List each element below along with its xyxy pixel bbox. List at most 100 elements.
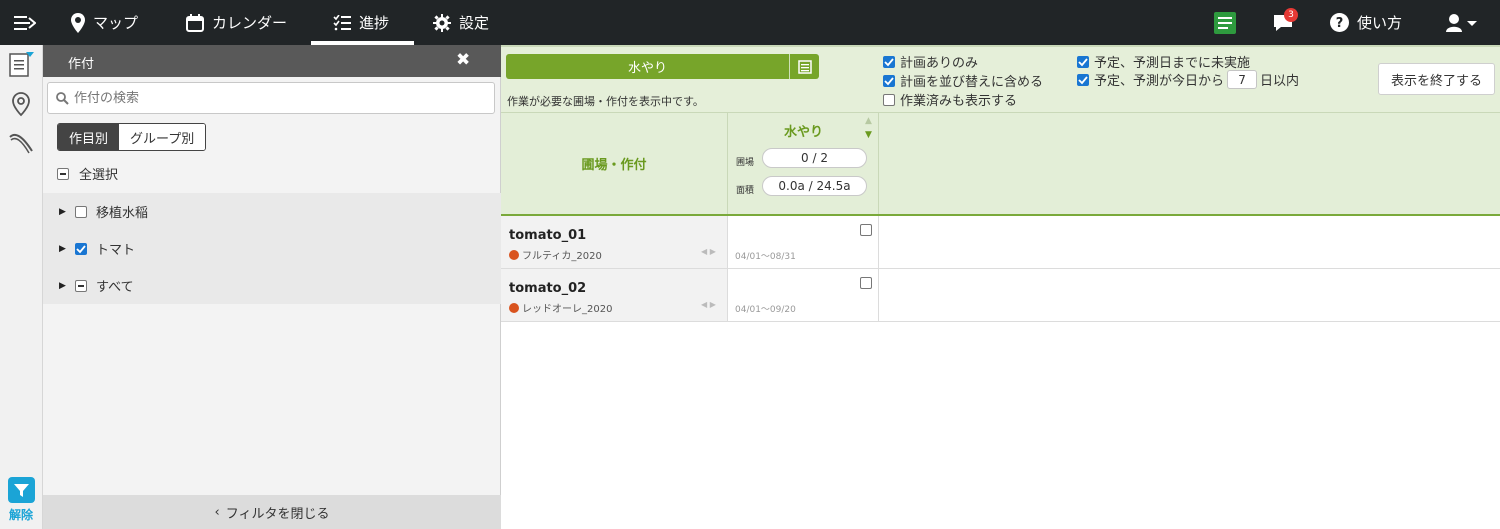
status-text: 作業が必要な圃場・作付を表示中です。 [507,95,704,108]
crop-list-icon[interactable] [8,51,34,77]
show-done-option[interactable]: 作業済みも表示する [883,90,1017,109]
close-icon[interactable]: ✖ [456,50,470,70]
overdue-option[interactable]: 予定、予測日までに未実施 [1077,52,1250,71]
filter-panel-header: 作付 ✖ [43,45,501,77]
option-label: 作業済みも表示する [900,94,1018,109]
menu-toggle-icon[interactable] [14,0,44,45]
svg-text:?: ? [1336,16,1344,31]
table-row: tomato_01 フルティカ_2020 ◀ ▶ 04/01～08/31 [501,216,1500,269]
include-plan-sort-option[interactable]: 計画を並び替えに含める [883,71,1043,90]
row-nav-arrows[interactable]: ◀ ▶ [701,247,716,256]
check-icon [76,244,86,253]
task-column-name: 水やり [783,125,823,140]
nav-settings-label: 設定 [459,14,490,32]
option-label: 計画ありのみ [900,56,979,71]
expand-icon[interactable]: ▶ [59,281,66,291]
table-header: 圃場・作付 水やり ▲ ▼ 圃場 0 / 2 面積 0.0a / 24.5a [501,113,1500,216]
gear-icon [433,13,451,32]
select-all-row[interactable]: 全選択 [43,155,501,192]
crop-checkbox[interactable] [75,242,87,255]
option-checkbox[interactable] [883,93,895,106]
calendar-icon [186,13,204,32]
crop-group-row[interactable]: ▶ 移植水稲 [43,193,501,230]
within-days-option[interactable]: 予定、予測が今日から 7 日以内 [1077,70,1299,89]
filter-panel-title: 作付 [68,57,95,72]
user-icon [1446,13,1477,32]
progress-main: 水やり 作業が必要な圃場・作付を表示中です。 計画ありのみ 計画を並び替えに含め… [501,45,1500,529]
expand-icon[interactable]: ▶ [59,244,66,254]
progress-controls: 水やり 作業が必要な圃場・作付を表示中です。 計画ありのみ 計画を並び替えに含め… [501,45,1500,113]
option-checkbox[interactable] [883,74,895,87]
crop-checkbox[interactable] [75,205,87,218]
line-tool-icon[interactable] [8,129,34,155]
search-input[interactable] [74,89,474,107]
option-checkbox[interactable] [1077,73,1089,86]
unfilter-label[interactable]: 解除 [9,506,33,523]
task-done-checkbox[interactable] [860,277,872,289]
crop-group-row[interactable]: ▶ トマト [43,230,501,267]
crop-checkbox[interactable] [75,279,87,292]
logbook-icon[interactable] [1214,0,1244,45]
nav-map[interactable]: マップ [71,0,138,45]
nav-calendar[interactable]: カレンダー [186,0,287,45]
unfilter-button[interactable] [8,477,35,503]
location-icon[interactable] [8,91,34,117]
map-pin-icon [71,12,85,33]
help-button[interactable]: ? 使い方 [1330,0,1402,45]
farm-column-header[interactable]: 圃場・作付 [501,113,728,214]
nav-map-label: マップ [93,14,139,32]
area-pill: 0.0a / 24.5a [762,176,867,196]
filter-panel: 作付 ✖ 作目別 グループ別 全選択 ▶ 移植水稲 ▶ トマト ▶ すべて ‹ … [43,45,501,529]
task-select-button[interactable]: 水やり [506,54,789,79]
task-done-checkbox[interactable] [860,224,872,236]
task-date-range: 04/01～08/31 [735,252,796,262]
crop-label: すべて [96,280,134,295]
user-menu[interactable] [1446,0,1486,45]
table-row: tomato_02 レッドオーレ_2020 ◀ ▶ 04/01～09/20 [501,269,1500,322]
select-all-checkbox[interactable] [57,167,69,180]
close-filter-label: フィルタを閉じる [225,506,330,522]
tomato-icon [509,249,519,260]
planned-only-option[interactable]: 計画ありのみ [883,52,978,71]
nav-progress[interactable]: 進捗 [333,0,389,45]
option-checkbox[interactable] [883,55,895,68]
row-nav-arrows[interactable]: ◀ ▶ [701,300,716,309]
search-icon [56,92,69,105]
check-icon [1078,57,1088,66]
task-list-icon[interactable] [789,54,819,79]
crop-label: 移植水稲 [96,206,149,221]
option-label: 日以内 [1260,74,1300,89]
crop-search-field[interactable] [47,82,495,114]
notification-badge: 3 [1284,8,1298,22]
option-checkbox[interactable] [1077,55,1089,68]
task-column-header: 水やり ▲ ▼ 圃場 0 / 2 面積 0.0a / 24.5a [728,113,879,214]
expand-icon[interactable]: ▶ [59,207,66,217]
days-input[interactable]: 7 [1227,70,1258,89]
close-filter-button[interactable]: ‹ フィルタを閉じる [43,495,501,529]
option-label: 計画を並び替えに含める [900,75,1044,90]
field-count-pill: 0 / 2 [762,148,867,168]
check-icon [1078,75,1088,84]
chevron-left-icon: ‹ [214,504,220,520]
crop-name: フルティカ_2020 [509,247,602,262]
option-label: 予定、予測が今日から [1094,74,1225,89]
task-cell: 04/01～08/31 [728,216,879,268]
task-date-range: 04/01～09/20 [735,305,796,315]
check-icon [884,57,894,66]
check-icon [884,76,894,85]
farm-cell[interactable]: tomato_01 フルティカ_2020 ◀ ▶ [501,216,728,268]
sort-asc-icon[interactable]: ▲ [865,116,872,126]
by-group-tab[interactable]: グループ別 [119,124,206,150]
end-display-button[interactable]: 表示を終了する [1378,63,1495,95]
by-crop-tab[interactable]: 作目別 [58,124,120,150]
select-all-label: 全選択 [79,168,119,183]
field-name: tomato_02 [509,281,587,296]
notification-icon[interactable] [1273,0,1301,45]
farm-cell[interactable]: tomato_02 レッドオーレ_2020 ◀ ▶ [501,269,728,321]
nav-settings[interactable]: 設定 [433,0,489,45]
nav-calendar-label: カレンダー [212,14,288,32]
top-navbar: マップ カレンダー 進捗 設定 3 ? 使い方 [0,0,1500,45]
crop-name: レッドオーレ_2020 [509,300,612,315]
sort-desc-icon[interactable]: ▼ [865,130,872,140]
crop-group-row[interactable]: ▶ すべて [43,267,501,304]
